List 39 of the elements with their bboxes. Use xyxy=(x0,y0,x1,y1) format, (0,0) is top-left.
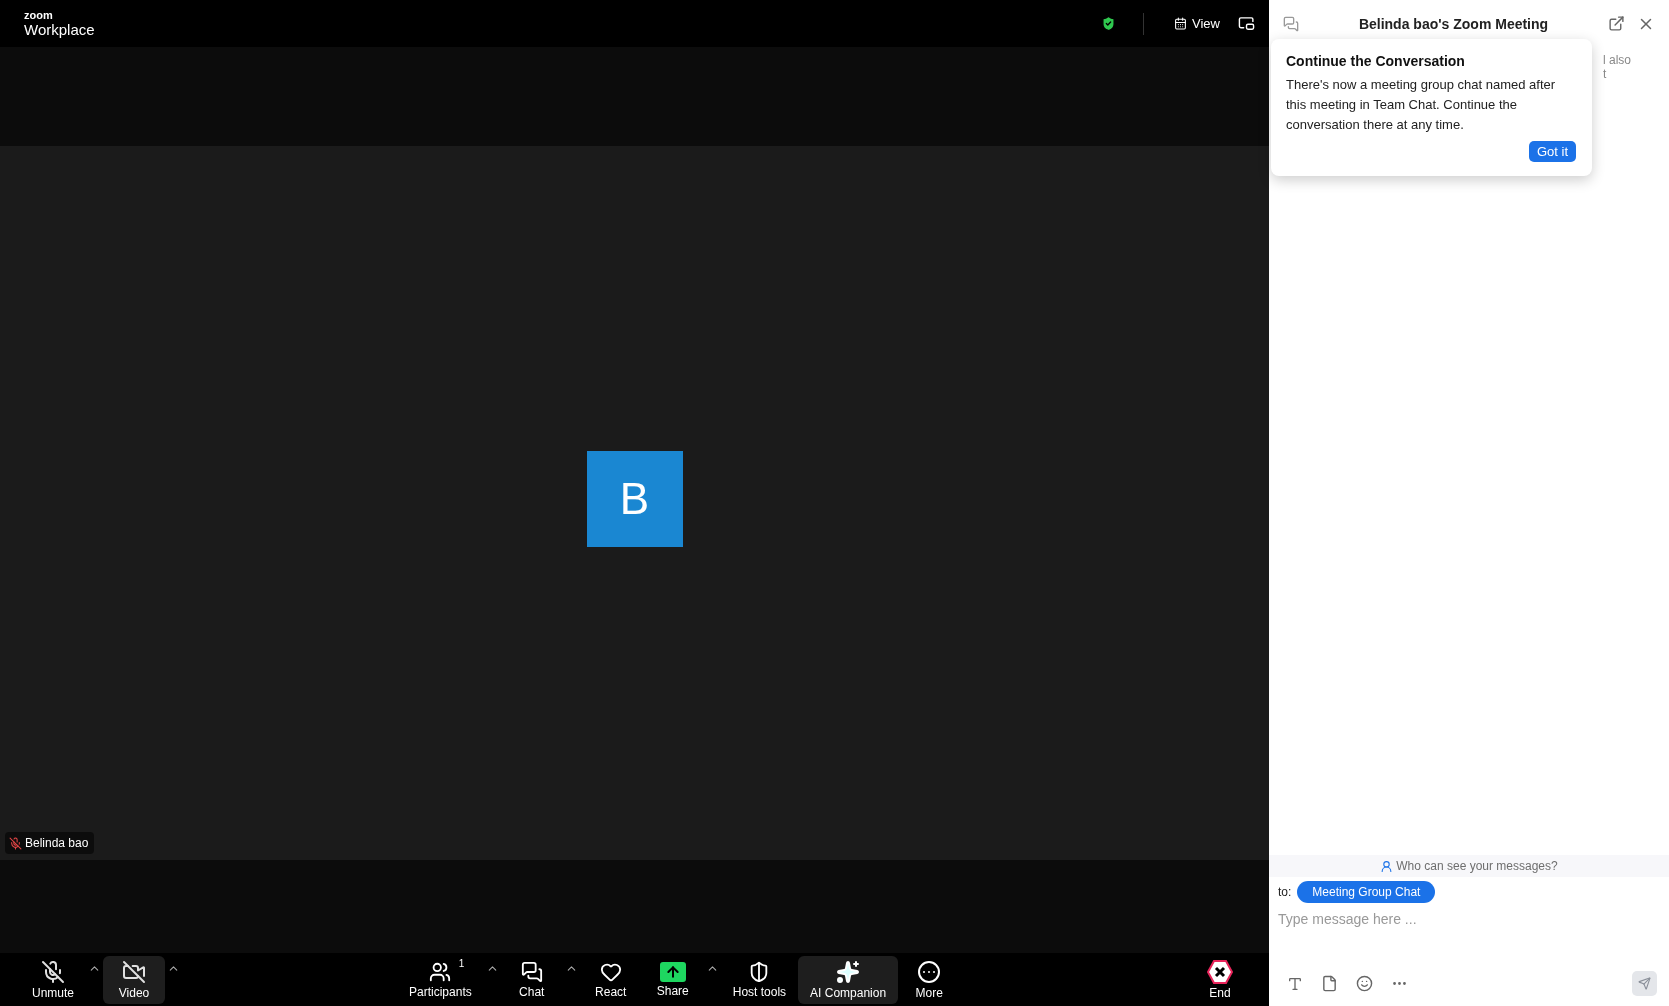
pop-out-icon[interactable] xyxy=(1606,13,1627,34)
calendar-icon xyxy=(1174,17,1188,30)
send-icon xyxy=(1638,976,1651,991)
participants-button[interactable]: 1 Participants xyxy=(397,955,484,1004)
chat-button[interactable]: Chat xyxy=(500,955,563,1004)
popover-text: There's now a meeting group chat named after this meeting in Team Chat. Continue the conversation there at any time. xyxy=(1286,76,1557,134)
window-icon[interactable] xyxy=(1238,15,1255,32)
unmute-button[interactable]: Unmute xyxy=(20,955,87,1004)
end-hexagon-icon xyxy=(1207,960,1233,984)
panel-title: Belinda bao's Zoom Meeting xyxy=(1357,15,1550,32)
more-icon xyxy=(917,960,942,984)
video-button[interactable]: Video xyxy=(103,955,166,1004)
share-button[interactable]: Share xyxy=(641,955,704,1004)
zoom-logo: zoom Workplace xyxy=(24,10,95,37)
more-button[interactable]: More xyxy=(898,955,961,1004)
sparkle-icon xyxy=(836,960,861,984)
ai-companion-button[interactable]: AI Companion xyxy=(798,955,899,1004)
person-icon xyxy=(1380,859,1394,873)
share-screen-icon xyxy=(659,962,686,982)
emoji-icon[interactable] xyxy=(1354,973,1375,994)
avatar: B xyxy=(586,451,683,547)
send-button[interactable] xyxy=(1632,971,1657,996)
muted-microphone-icon xyxy=(41,960,65,984)
recipient-chip[interactable]: Meeting Group Chat xyxy=(1297,881,1436,903)
people-icon xyxy=(429,961,452,983)
notice-text: l also xyxy=(1603,53,1632,67)
notice-text: t xyxy=(1603,67,1608,81)
participant-name: Belinda bao xyxy=(25,836,89,850)
popover-title: Continue the Conversation xyxy=(1286,53,1466,69)
end-button[interactable]: End xyxy=(1189,955,1251,1004)
got-it-button[interactable]: Got it xyxy=(1528,141,1576,162)
chat-bubbles-icon xyxy=(520,961,543,983)
heart-icon xyxy=(599,961,622,983)
participant-count: 1 xyxy=(458,957,465,969)
react-button[interactable]: React xyxy=(579,955,642,1004)
to-label: to: xyxy=(1278,885,1292,899)
video-off-icon xyxy=(122,960,147,984)
host-tools-button[interactable]: Host tools xyxy=(720,955,799,1004)
view-button[interactable]: View xyxy=(1170,14,1224,33)
